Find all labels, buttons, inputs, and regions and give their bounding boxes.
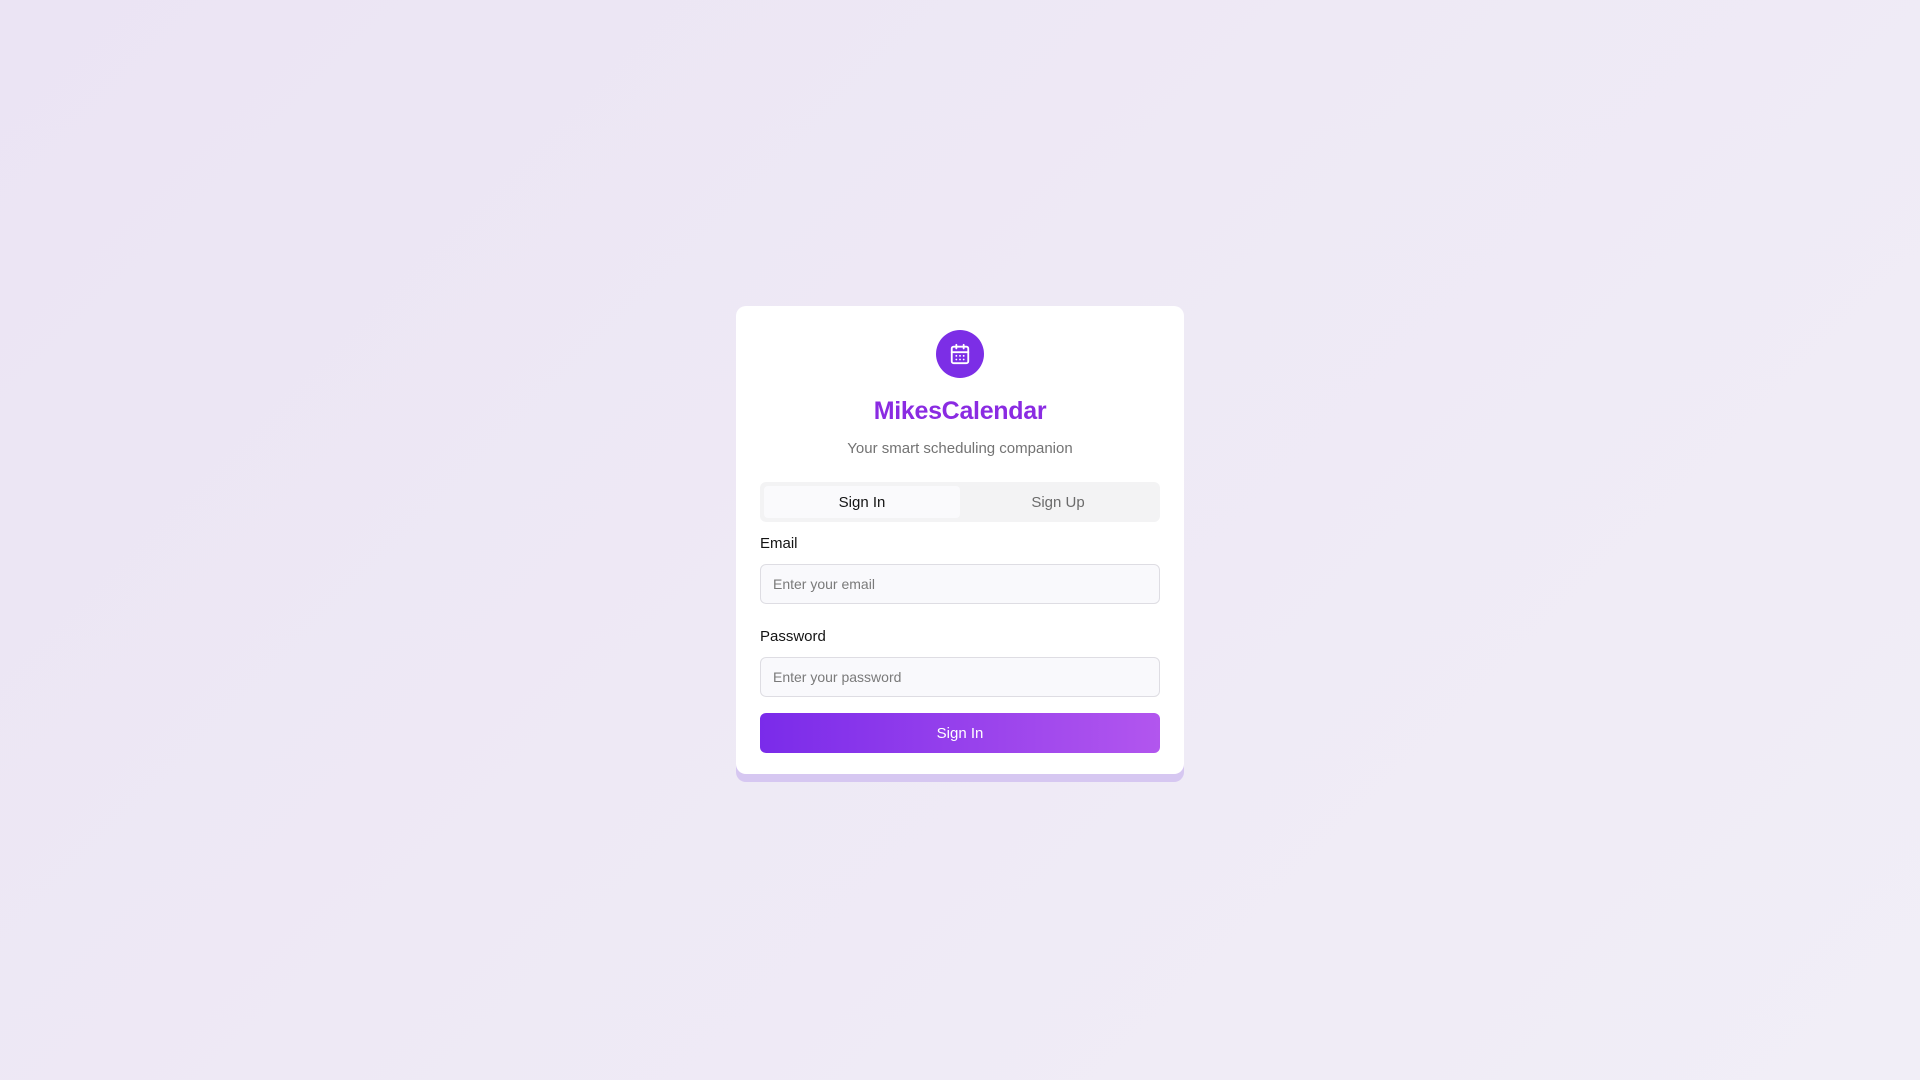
app-subtitle: Your smart scheduling companion: [847, 440, 1073, 457]
email-label: Email: [760, 535, 798, 552]
auth-card: MikesCalendar Your smart scheduling comp…: [736, 306, 1184, 774]
sign-in-button[interactable]: Sign In: [760, 713, 1160, 753]
calendar-icon: [950, 343, 970, 365]
tab-sign-in[interactable]: Sign In: [764, 486, 960, 518]
app-title: MikesCalendar: [873, 397, 1047, 425]
password-label: Password: [760, 628, 826, 645]
auth-tabs: Sign In Sign Up: [760, 482, 1160, 522]
password-field[interactable]: [760, 657, 1160, 697]
email-field[interactable]: [760, 564, 1160, 604]
tab-sign-up[interactable]: Sign Up: [960, 486, 1156, 518]
app-logo: [936, 330, 984, 378]
